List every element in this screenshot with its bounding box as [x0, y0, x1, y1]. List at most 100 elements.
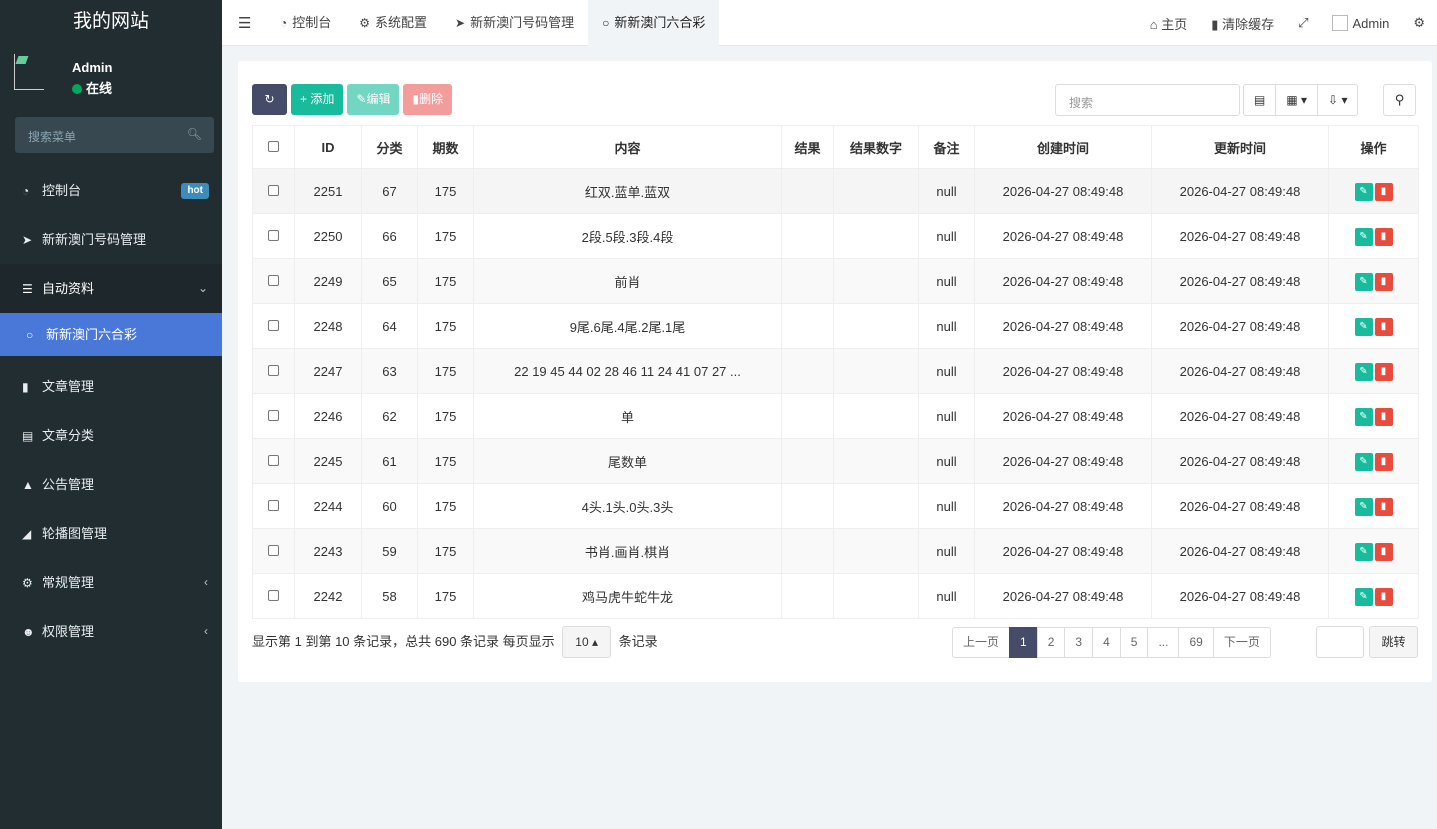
- sidebar-item-announcements[interactable]: ▲ 公告管理: [0, 460, 222, 509]
- table-row[interactable]: 2247 63 175 22 19 45 44 02 28 46 11 24 41 0…: [252, 348, 1419, 394]
- sidebar-item-articles[interactable]: ▮ 文章管理: [0, 362, 222, 411]
- sidebar-item-number-management[interactable]: ➤ 新新澳门号码管理: [0, 215, 222, 264]
- col-header[interactable]: 内容: [473, 125, 782, 169]
- row-select-cell[interactable]: [252, 348, 295, 394]
- row-checkbox[interactable]: [268, 274, 279, 286]
- sidebar-search-input[interactable]: 搜索菜单 🔍︎: [15, 117, 214, 153]
- row-checkbox[interactable]: [268, 184, 279, 196]
- col-header[interactable]: 更新时间: [1151, 125, 1329, 169]
- tab-number-management[interactable]: ➤ 新新澳门号码管理: [441, 0, 588, 46]
- row-delete-button[interactable]: ▮: [1374, 407, 1393, 426]
- home-link[interactable]: ⌂ 主页: [1138, 14, 1200, 33]
- row-checkbox[interactable]: [268, 454, 279, 466]
- row-edit-button[interactable]: ✎: [1354, 182, 1373, 201]
- sidebar-item-lottery[interactable]: ○ 新新澳门六合彩: [0, 313, 222, 356]
- fullscreen-icon[interactable]: ⤢: [1286, 15, 1320, 31]
- select-all-cell[interactable]: [252, 125, 295, 169]
- sidebar-item-carousel[interactable]: ◢ 轮播图管理: [0, 509, 222, 558]
- page-button[interactable]: 3: [1064, 627, 1094, 658]
- col-header[interactable]: 结果数字: [833, 125, 919, 169]
- jump-button[interactable]: 跳转: [1369, 626, 1418, 658]
- tab-dashboard[interactable]: ◔ 控制台: [266, 0, 345, 46]
- row-checkbox[interactable]: [268, 589, 279, 601]
- toggle-view-button[interactable]: ▤: [1243, 84, 1277, 116]
- row-delete-button[interactable]: ▮: [1374, 587, 1393, 606]
- row-delete-button[interactable]: ▮: [1374, 317, 1393, 336]
- row-delete-button[interactable]: ▮: [1374, 362, 1393, 381]
- clear-cache-button[interactable]: ▮ 清除缓存: [1199, 14, 1286, 33]
- columns-button[interactable]: ▦ ▾: [1275, 84, 1319, 116]
- row-edit-button[interactable]: ✎: [1354, 497, 1373, 516]
- col-header[interactable]: 创建时间: [974, 125, 1152, 169]
- sidebar-item-auto-data[interactable]: ☰ 自动资料 ⌄: [0, 264, 222, 313]
- row-edit-button[interactable]: ✎: [1354, 272, 1373, 291]
- row-delete-button[interactable]: ▮: [1374, 497, 1393, 516]
- tab-lottery[interactable]: ○ 新新澳门六合彩: [588, 0, 720, 46]
- sidebar-item-permissions[interactable]: ☻ 权限管理 ‹: [0, 607, 222, 656]
- row-select-cell[interactable]: [252, 573, 295, 619]
- row-edit-button[interactable]: ✎: [1354, 542, 1373, 561]
- col-header[interactable]: 分类: [361, 125, 418, 169]
- site-logo[interactable]: 我的网站: [0, 0, 222, 46]
- table-search-input[interactable]: 搜索: [1055, 84, 1240, 116]
- refresh-button[interactable]: ↻: [252, 84, 287, 115]
- table-row[interactable]: 2250 66 175 2段.5段.3段.4段 null 2026-04-27 08:49…: [252, 213, 1419, 259]
- row-checkbox[interactable]: [268, 499, 279, 511]
- table-row[interactable]: 2248 64 175 9尾.6尾.4尾.2尾.1尾 null 2026-04-27 08…: [252, 303, 1419, 349]
- row-checkbox[interactable]: [268, 364, 279, 376]
- select-all-checkbox[interactable]: [268, 140, 279, 152]
- row-select-cell[interactable]: [252, 303, 295, 349]
- delete-button[interactable]: ▮删除: [403, 84, 453, 115]
- row-checkbox[interactable]: [268, 544, 279, 556]
- row-edit-button[interactable]: ✎: [1354, 227, 1373, 246]
- col-header[interactable]: 结果: [781, 125, 834, 169]
- row-select-cell[interactable]: [252, 483, 295, 529]
- row-edit-button[interactable]: ✎: [1354, 362, 1373, 381]
- table-row[interactable]: 2246 62 175 单 null 2026-04-27 08:49:48 2026-04…: [252, 393, 1419, 439]
- row-edit-button[interactable]: ✎: [1354, 452, 1373, 471]
- col-header[interactable]: 期数: [417, 125, 474, 169]
- row-select-cell[interactable]: [252, 393, 295, 439]
- sidebar-item-general[interactable]: ⚙ 常规管理 ‹: [0, 558, 222, 607]
- col-header[interactable]: 备注: [918, 125, 975, 169]
- add-button[interactable]: + 添加: [291, 84, 344, 115]
- page-button[interactable]: 4: [1092, 627, 1121, 658]
- sidebar-item-article-categories[interactable]: ▤ 文章分类: [0, 411, 222, 460]
- row-checkbox[interactable]: [268, 409, 279, 421]
- table-row[interactable]: 2244 60 175 4头.1头.0头.3头 null 2026-04-27 08:49…: [252, 483, 1419, 529]
- prev-page-button[interactable]: 上一页: [952, 627, 1011, 658]
- table-row[interactable]: 2245 61 175 尾数单 null 2026-04-27 08:49:48 2026-…: [252, 438, 1419, 484]
- sidebar-item-dashboard[interactable]: ◔ 控制台 hot: [0, 166, 222, 215]
- row-select-cell[interactable]: [252, 258, 295, 304]
- user-menu[interactable]: Admin: [1320, 15, 1401, 31]
- table-row[interactable]: 2251 67 175 红双.蓝单.蓝双 null 2026-04-27 08:49:48…: [252, 168, 1419, 214]
- row-delete-button[interactable]: ▮: [1374, 227, 1393, 246]
- row-checkbox[interactable]: [268, 319, 279, 331]
- row-edit-button[interactable]: ✎: [1354, 587, 1373, 606]
- next-page-button[interactable]: 下一页: [1212, 627, 1271, 658]
- table-row[interactable]: 2243 59 175 书肖.画肖.棋肖 null 2026-04-27 08:49:48…: [252, 528, 1419, 574]
- row-select-cell[interactable]: [252, 213, 295, 259]
- settings-cogs-icon[interactable]: ⚙: [1401, 15, 1437, 31]
- edit-button[interactable]: ✎编辑: [347, 84, 400, 115]
- row-select-cell[interactable]: [252, 528, 295, 574]
- page-button[interactable]: 2: [1036, 627, 1066, 658]
- row-delete-button[interactable]: ▮: [1374, 182, 1393, 201]
- row-edit-button[interactable]: ✎: [1354, 317, 1373, 336]
- advanced-search-button[interactable]: ⚲: [1383, 84, 1416, 116]
- row-select-cell[interactable]: [252, 438, 295, 484]
- row-delete-button[interactable]: ▮: [1374, 542, 1393, 561]
- menu-toggle-icon[interactable]: ☰: [238, 14, 251, 32]
- table-row[interactable]: 2249 65 175 前肖 null 2026-04-27 08:49:48 2026-0…: [252, 258, 1419, 304]
- jump-page-input[interactable]: [1316, 626, 1364, 658]
- page-button[interactable]: 5: [1119, 627, 1149, 658]
- table-row[interactable]: 2242 58 175 鸡马虎牛蛇牛龙 null 2026-04-27 08:49:48 2…: [252, 573, 1419, 619]
- row-select-cell[interactable]: [252, 168, 295, 214]
- search-icon[interactable]: 🔍︎: [187, 127, 202, 141]
- row-checkbox[interactable]: [268, 229, 279, 241]
- export-button[interactable]: ⇩ ▾: [1317, 84, 1359, 116]
- row-edit-button[interactable]: ✎: [1354, 407, 1373, 426]
- page-button[interactable]: 1: [1009, 627, 1038, 658]
- page-button[interactable]: 69: [1178, 627, 1214, 658]
- row-delete-button[interactable]: ▮: [1374, 452, 1393, 471]
